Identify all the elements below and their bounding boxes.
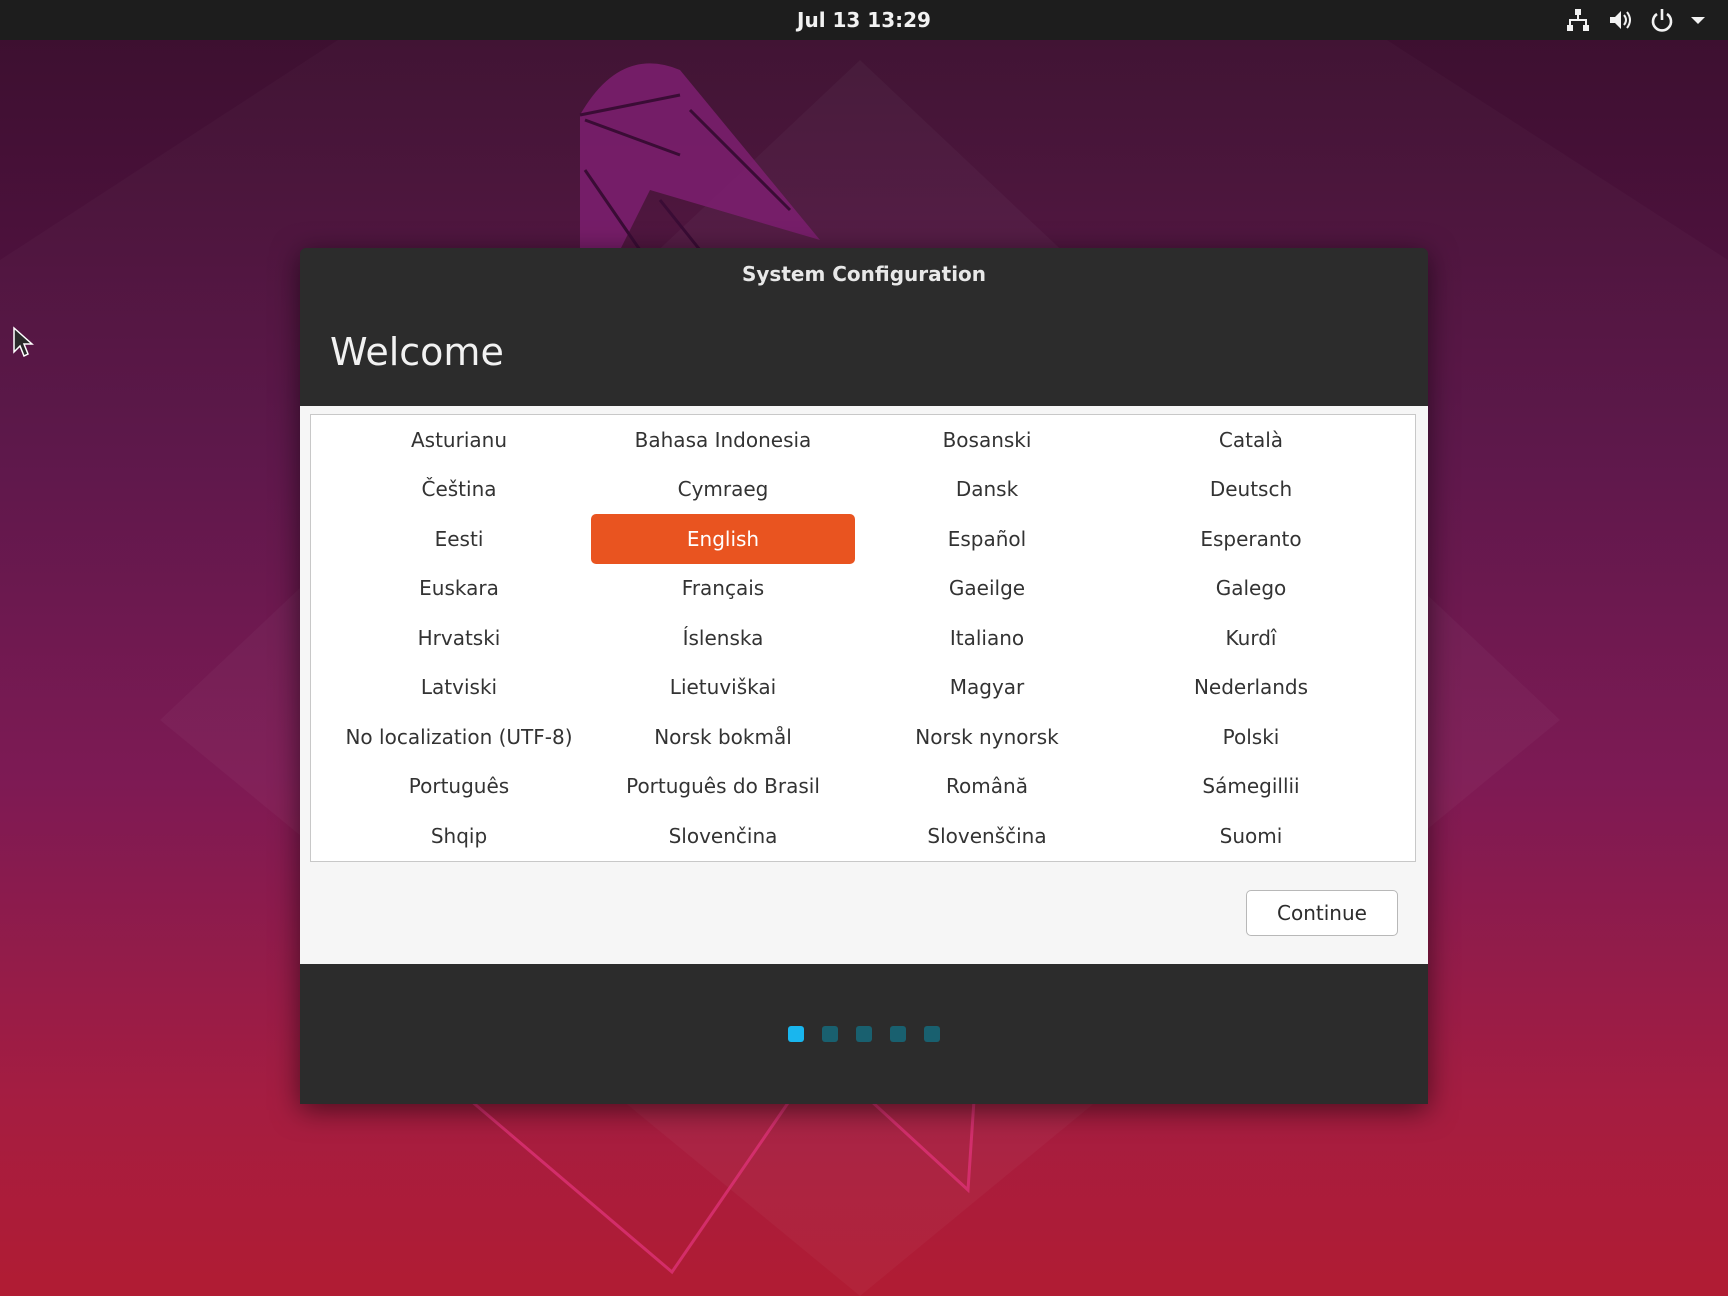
language-item[interactable]: Shqip	[327, 811, 591, 861]
network-icon[interactable]	[1564, 6, 1592, 34]
continue-button[interactable]: Continue	[1246, 890, 1398, 936]
language-item[interactable]: Norsk bokmål	[591, 712, 855, 762]
chevron-down-icon[interactable]	[1684, 6, 1712, 34]
language-item[interactable]: Suomi	[1119, 811, 1383, 861]
language-item[interactable]: Asturianu	[327, 415, 591, 465]
top-bar: Jul 13 13:29	[0, 0, 1728, 40]
language-item[interactable]: Română	[855, 762, 1119, 812]
language-item[interactable]: Esperanto	[1119, 514, 1383, 564]
language-item[interactable]: Lietuviškai	[591, 663, 855, 713]
language-item[interactable]: Eesti	[327, 514, 591, 564]
language-item[interactable]: Français	[591, 564, 855, 614]
page-dot	[856, 1026, 872, 1042]
language-item[interactable]: Dansk	[855, 465, 1119, 515]
language-item[interactable]: Català	[1119, 415, 1383, 465]
language-item[interactable]: Polski	[1119, 712, 1383, 762]
language-item[interactable]: Hrvatski	[327, 613, 591, 663]
language-item[interactable]: Deutsch	[1119, 465, 1383, 515]
language-item[interactable]: Bahasa Indonesia	[591, 415, 855, 465]
language-item[interactable]: Slovenčina	[591, 811, 855, 861]
page-indicator	[300, 1026, 1428, 1042]
mouse-cursor-icon	[13, 326, 34, 358]
language-item[interactable]: Nederlands	[1119, 663, 1383, 713]
system-configuration-dialog: System Configuration Welcome Asturianu Ba…	[300, 248, 1428, 1104]
page-heading: Welcome	[330, 330, 504, 374]
language-item[interactable]: Euskara	[327, 564, 591, 614]
language-item[interactable]: Cymraeg	[591, 465, 855, 515]
clock[interactable]: Jul 13 13:29	[0, 0, 1728, 40]
language-item[interactable]: Português	[327, 762, 591, 812]
content-area: Asturianu Bahasa Indonesia Bosanski Català Č…	[300, 406, 1428, 964]
volume-icon[interactable]	[1606, 6, 1634, 34]
language-item[interactable]: Español	[855, 514, 1119, 564]
page-dot	[788, 1026, 804, 1042]
language-item[interactable]: Kurdî	[1119, 613, 1383, 663]
language-item[interactable]: Latviski	[327, 663, 591, 713]
page-dot	[822, 1026, 838, 1042]
language-item[interactable]: Čeština	[327, 465, 591, 515]
language-item[interactable]: Bosanski	[855, 415, 1119, 465]
language-item-selected[interactable]: English	[591, 514, 855, 564]
language-item[interactable]: Íslenska	[591, 613, 855, 663]
power-icon[interactable]	[1648, 6, 1676, 34]
language-item[interactable]: Sámegillii	[1119, 762, 1383, 812]
page-dot	[924, 1026, 940, 1042]
language-list[interactable]: Asturianu Bahasa Indonesia Bosanski Català Č…	[310, 414, 1416, 862]
language-item[interactable]: Norsk nynorsk	[855, 712, 1119, 762]
language-item[interactable]: Gaeilge	[855, 564, 1119, 614]
desktop: Jul 13 13:29 System Configuration Welcom…	[0, 0, 1728, 1296]
language-item[interactable]: No localization (UTF-8)	[327, 712, 591, 762]
language-item[interactable]: Magyar	[855, 663, 1119, 713]
dialog-title: System Configuration	[741, 262, 987, 286]
language-item[interactable]: Italiano	[855, 613, 1119, 663]
page-dot	[890, 1026, 906, 1042]
language-item[interactable]: Slovenščina	[855, 811, 1119, 861]
language-item[interactable]: Galego	[1119, 564, 1383, 614]
language-item[interactable]: Português do Brasil	[591, 762, 855, 812]
